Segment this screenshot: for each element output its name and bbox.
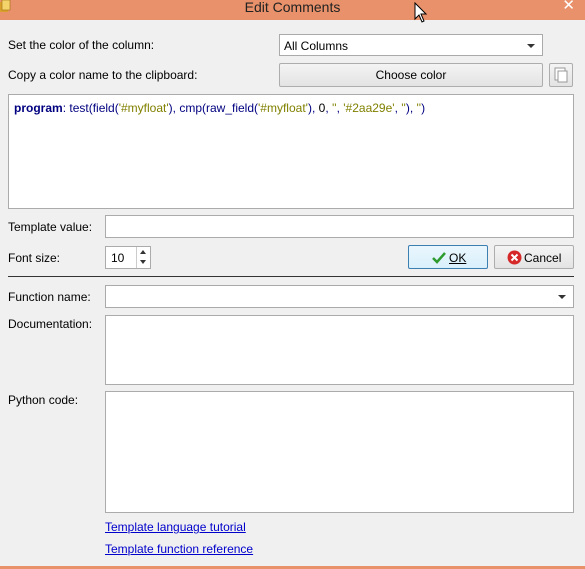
choose-color-button[interactable]: Choose color bbox=[279, 63, 543, 87]
spinner-arrows[interactable] bbox=[136, 247, 150, 268]
spin-down-icon[interactable] bbox=[137, 257, 149, 267]
documentation-label: Documentation: bbox=[8, 317, 93, 331]
function-name-label: Function name: bbox=[8, 290, 91, 304]
mouse-cursor-icon bbox=[414, 2, 428, 23]
color-column-select[interactable]: All Columns bbox=[279, 34, 543, 56]
program-token: test(field( bbox=[69, 101, 119, 115]
separator bbox=[8, 276, 574, 277]
template-program-editor[interactable]: program: test(field('#myfloat'), cmp(raw… bbox=[8, 94, 574, 209]
font-size-value: 10 bbox=[111, 251, 125, 265]
program-token: , bbox=[325, 101, 332, 115]
program-string: '#myfloat' bbox=[258, 101, 308, 115]
function-name-select[interactable] bbox=[105, 285, 574, 308]
checkmark-icon bbox=[432, 252, 446, 264]
python-code-label: Python code: bbox=[8, 393, 79, 407]
copy-icon bbox=[554, 67, 568, 83]
chevron-down-icon bbox=[558, 295, 566, 299]
cancel-circle-icon bbox=[507, 250, 522, 265]
spin-up-icon[interactable] bbox=[137, 247, 149, 257]
dialog-body: Set the color of the column: All Columns… bbox=[0, 20, 585, 569]
choose-color-label: Choose color bbox=[375, 68, 447, 82]
template-tutorial-link[interactable]: Template language tutorial bbox=[105, 520, 246, 534]
program-string: '#2aa29e' bbox=[343, 101, 395, 115]
copy-button[interactable] bbox=[549, 63, 573, 87]
copy-color-label: Copy a color name to the clipboard: bbox=[8, 68, 198, 82]
title-bar: Edit Comments ✕ bbox=[0, 0, 585, 20]
chevron-down-icon bbox=[527, 44, 535, 48]
program-string: '#myfloat' bbox=[118, 101, 169, 115]
font-size-spinbox[interactable]: 10 bbox=[105, 246, 151, 269]
function-reference-link[interactable]: Template function reference bbox=[105, 542, 253, 556]
window-title: Edit Comments bbox=[244, 0, 341, 15]
program-token: ), bbox=[307, 101, 319, 115]
program-text: program: test(field('#myfloat'), cmp(raw… bbox=[14, 101, 425, 115]
template-value-input[interactable] bbox=[105, 215, 574, 238]
documentation-textarea[interactable] bbox=[105, 315, 574, 385]
font-size-label: Font size: bbox=[8, 251, 61, 265]
program-token: ), cmp(raw_field( bbox=[168, 101, 259, 115]
color-column-value: All Columns bbox=[284, 39, 349, 53]
program-keyword: program bbox=[14, 101, 63, 115]
python-code-textarea[interactable] bbox=[105, 391, 574, 513]
program-token: ), bbox=[405, 101, 417, 115]
template-value-label: Template value: bbox=[8, 220, 93, 234]
ok-label: OK bbox=[449, 251, 467, 265]
color-column-label: Set the color of the column: bbox=[8, 38, 155, 52]
cancel-button[interactable]: Cancel bbox=[494, 245, 574, 269]
cancel-label: Cancel bbox=[524, 251, 562, 265]
close-icon[interactable]: ✕ bbox=[562, 0, 575, 14]
program-token: ) bbox=[421, 101, 426, 115]
ok-button[interactable]: OK bbox=[408, 245, 488, 269]
